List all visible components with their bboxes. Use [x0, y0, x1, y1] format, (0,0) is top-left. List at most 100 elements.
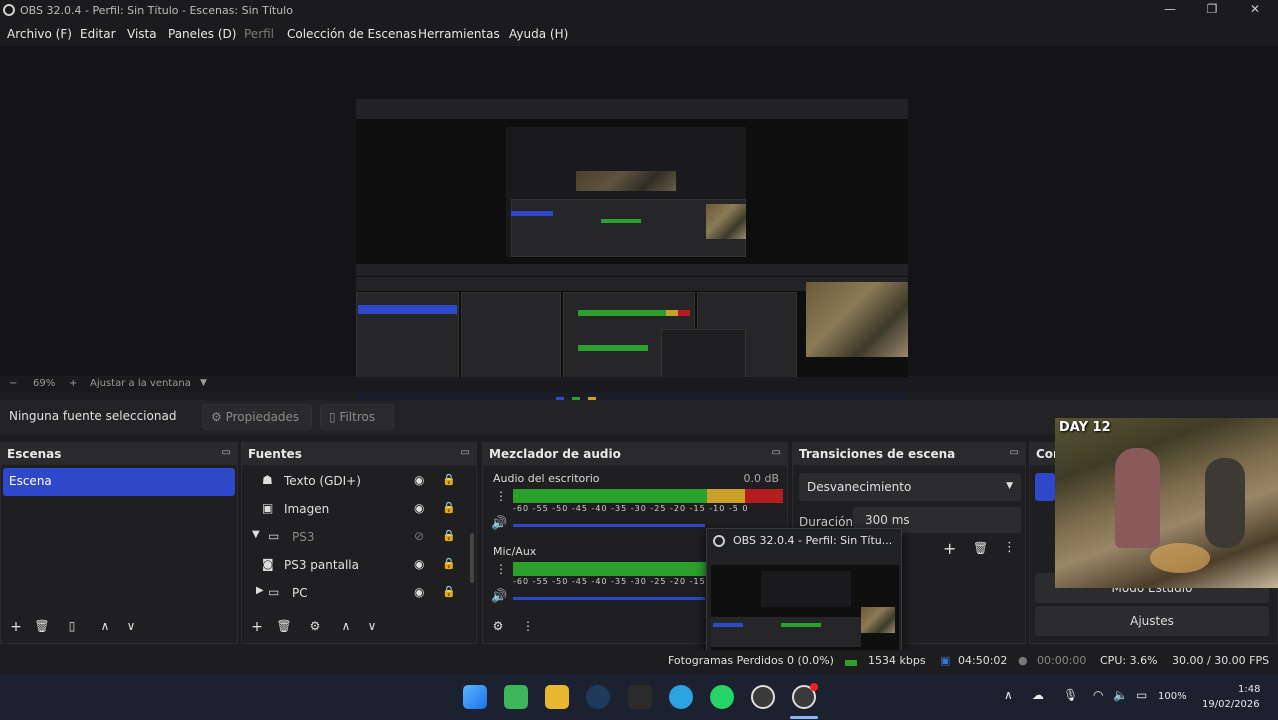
dock-menu-icon[interactable]: ▭ — [222, 447, 231, 458]
speaker-icon[interactable]: 🔊 — [491, 589, 507, 604]
move-up-icon[interactable]: ∧ — [96, 619, 114, 633]
menu-archivo[interactable]: Archivo (F) — [7, 27, 72, 41]
add-source-icon[interactable]: + — [248, 619, 266, 635]
gear-icon[interactable]: ⚙ — [306, 619, 324, 633]
mic-meter-fill — [513, 562, 724, 576]
eye-icon[interactable]: ◉ — [414, 557, 424, 571]
dock-menu-icon[interactable]: ▭ — [461, 447, 470, 458]
menu-coleccion-escenas[interactable]: Colección de Escenas — [287, 27, 417, 41]
clock-date[interactable]: 19/02/2026 — [1202, 699, 1260, 710]
unlock-icon[interactable]: 🔒 — [442, 585, 456, 598]
more-icon[interactable]: ⋮ — [1003, 540, 1016, 555]
preview-canvas[interactable] — [356, 99, 908, 412]
app-a-icon[interactable] — [504, 685, 528, 709]
eye-icon[interactable]: ◉ — [414, 585, 424, 599]
remove-scene-icon[interactable]: 🗑 — [33, 619, 51, 633]
recording-time: 04:50:02 — [958, 654, 1008, 667]
chevron-up-icon[interactable]: ∧ — [1004, 688, 1013, 702]
popup-thumbnail[interactable] — [711, 557, 899, 651]
source-row-texto[interactable]: ☗ Texto (GDI+) ◉ 🔒 — [242, 468, 470, 496]
epic-games-icon[interactable] — [628, 685, 652, 709]
volume-icon[interactable]: 🔈 — [1113, 688, 1128, 702]
windows-start-icon[interactable] — [463, 685, 487, 709]
transition-selected: Desvanecimiento — [807, 480, 912, 494]
mic-volume-slider[interactable] — [513, 597, 705, 600]
source-row-pc-group[interactable]: ▶ ▭ PC ◉ 🔒 — [242, 580, 470, 608]
channel-name-desktop: Audio del escritorio — [493, 472, 600, 485]
advanced-audio-icon[interactable]: ⚙ — [489, 619, 507, 633]
wifi-icon[interactable]: ◠ — [1093, 688, 1103, 702]
filters-scene-icon[interactable]: ▯ — [63, 619, 81, 633]
menu-herramientas[interactable]: Herramientas — [418, 27, 500, 41]
chevron-down-icon[interactable]: ▼ — [200, 378, 207, 388]
zoom-level: 69% — [33, 378, 56, 389]
telegram-icon[interactable] — [669, 685, 693, 709]
add-transition-icon[interactable]: + — [943, 539, 956, 558]
more-icon[interactable]: ⋮ — [495, 562, 507, 576]
mic-meter-scale: -60 -55 -50 -45 -40 -35 -30 -25 -20 -15 — [513, 577, 706, 586]
nested-meter-2 — [578, 345, 648, 351]
transition-select[interactable]: Desvanecimiento ▼ — [799, 473, 1021, 501]
source-row-imagen[interactable]: ▣ Imagen ◉ 🔒 — [242, 496, 470, 524]
close-button[interactable]: ✕ — [1240, 2, 1270, 16]
dock-menu-icon[interactable]: ▭ — [772, 447, 781, 458]
minimize-button[interactable]: — — [1155, 2, 1185, 16]
unlock-icon[interactable]: 🔒 — [442, 529, 456, 542]
zoom-in-button[interactable]: + — [69, 378, 77, 389]
properties-button[interactable]: ⚙ Propiedades — [202, 404, 312, 430]
taskbar-preview-popup[interactable]: OBS 32.0.4 - Perfil: Sin Títu... — [706, 528, 902, 654]
move-up-icon[interactable]: ∧ — [337, 619, 355, 633]
menu-vista[interactable]: Vista — [127, 27, 157, 41]
stream-time: 00:00:00 — [1037, 654, 1087, 667]
chevron-down-icon[interactable]: ▼ — [252, 529, 260, 540]
eye-icon[interactable]: ◉ — [414, 501, 424, 515]
file-explorer-icon[interactable] — [545, 685, 569, 709]
preview-area[interactable] — [0, 46, 1278, 412]
menu-ayuda[interactable]: Ayuda (H) — [509, 27, 568, 41]
fit-window-label[interactable]: Ajustar a la ventana — [90, 378, 191, 389]
start-stream-button[interactable] — [1035, 473, 1055, 501]
camera-overlay-window[interactable]: DAY 12 — [1055, 418, 1278, 588]
source-label: PS3 — [292, 530, 315, 544]
whatsapp-icon[interactable] — [710, 685, 734, 709]
menu-editar[interactable]: Editar — [80, 27, 116, 41]
steam-icon[interactable] — [586, 685, 610, 709]
maximize-button[interactable]: ❐ — [1197, 2, 1227, 16]
source-row-ps3-group[interactable]: ▼ ▭ PS3 ⊘ 🔒 — [242, 524, 470, 552]
more-icon[interactable]: ⋮ — [495, 489, 507, 503]
move-down-icon[interactable]: ∨ — [363, 619, 381, 633]
cloud-icon[interactable]: ☁ — [1032, 688, 1044, 702]
desktop-volume-slider[interactable] — [513, 524, 705, 527]
remove-transition-icon[interactable]: 🗑 — [973, 541, 988, 555]
menu-perfil[interactable]: Perfil — [244, 27, 274, 41]
more-icon[interactable]: ⋮ — [519, 619, 537, 633]
record-icon: ▣ — [940, 654, 951, 667]
filters-button[interactable]: ▯ Filtros — [320, 404, 394, 430]
menu-paneles[interactable]: Paneles (D) — [168, 27, 236, 41]
move-down-icon[interactable]: ∨ — [122, 619, 140, 633]
speaker-icon[interactable]: 🔊 — [491, 516, 507, 531]
dock-menu-icon[interactable]: ▭ — [1010, 447, 1019, 458]
duration-value: 300 ms — [865, 513, 910, 527]
zoom-out-button[interactable]: − — [9, 378, 17, 389]
clock-time[interactable]: 1:48 — [1238, 684, 1260, 695]
lock-icon[interactable]: 🔒 — [442, 473, 456, 486]
add-scene-icon[interactable]: + — [7, 619, 25, 635]
settings-button[interactable]: Ajustes — [1035, 606, 1269, 636]
lock-icon[interactable]: 🔒 — [442, 501, 456, 514]
source-row-ps3-pantalla[interactable]: ◙ PS3 pantalla ◉ 🔒 — [242, 552, 470, 580]
scene-item[interactable]: Escena — [3, 468, 235, 496]
transitions-dock-header: Transiciones de escena ▭ — [793, 443, 1025, 465]
source-label: PS3 pantalla — [284, 558, 359, 572]
desktop-meter — [513, 489, 783, 503]
unlock-icon[interactable]: 🔒 — [442, 557, 456, 570]
chevron-right-icon[interactable]: ▶ — [256, 585, 264, 596]
battery-icon[interactable]: ▭ — [1136, 688, 1147, 702]
title-bar: OBS 32.0.4 - Perfil: Sin Título - Escena… — [0, 0, 1278, 22]
eye-icon[interactable]: ◉ — [414, 473, 424, 487]
microphone-icon[interactable]: 🎙 — [1063, 688, 1078, 702]
sources-scrollbar[interactable] — [470, 533, 474, 583]
obs-studio-icon[interactable] — [751, 685, 775, 709]
eye-hidden-icon[interactable]: ⊘ — [414, 529, 424, 543]
remove-source-icon[interactable]: 🗑 — [275, 619, 293, 633]
